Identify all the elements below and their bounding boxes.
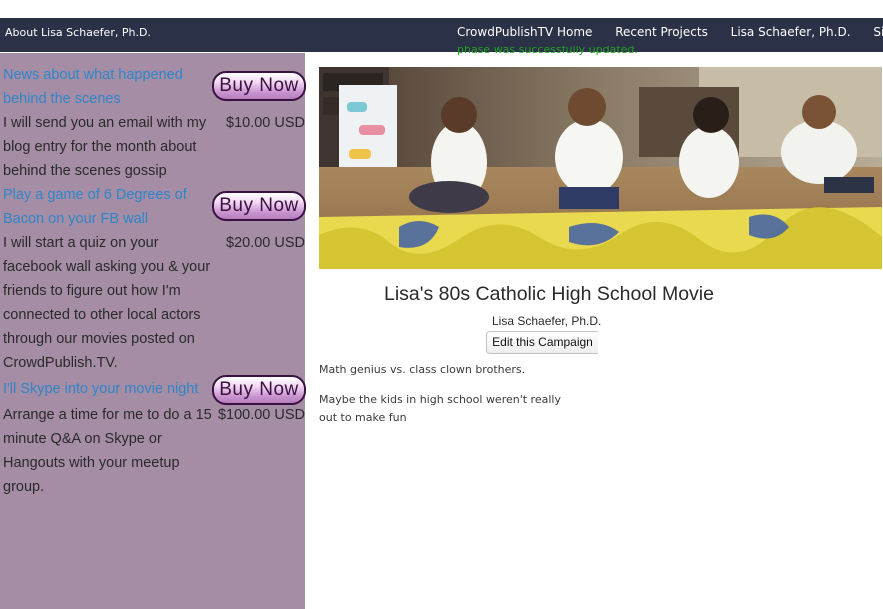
page: About Lisa Schaefer, Ph.D. CrowdPublishT…	[0, 0, 883, 609]
reward-description: I will send you an email with my blog en…	[3, 115, 207, 179]
reward-title[interactable]: News about what happened behind the scen…	[3, 63, 208, 111]
campaign-story: Maybe the kids in high school weren't re…	[319, 393, 561, 424]
reward-title[interactable]: Play a game of 6 Degrees of Bacon on you…	[3, 183, 208, 231]
flash-message-text: phase was successfully updated.	[457, 46, 638, 56]
campaign-title: Lisa's 80s Catholic High School Movie	[384, 283, 714, 305]
campaign-author[interactable]: Lisa Schaefer, Ph.D.	[492, 314, 601, 328]
reward-description: Arrange a time for me to do a 15 minute …	[3, 407, 212, 495]
reward-title[interactable]: I'll Skype into your movie night	[3, 377, 208, 401]
nav-link-sign[interactable]: Sign	[873, 25, 883, 39]
nav-link-home[interactable]: CrowdPublishTV Home	[457, 25, 592, 39]
brand-link[interactable]: About Lisa Schaefer, Ph.D.	[5, 26, 151, 39]
reward-price: $10.00 USD	[226, 115, 305, 131]
buy-now-button[interactable]: Buy Now	[212, 191, 306, 221]
rewards-sidebar: News about what happened behind the scen…	[0, 53, 306, 609]
campaign-hero-image	[319, 67, 882, 269]
buy-now-button[interactable]: Buy Now	[212, 375, 306, 405]
top-navbar: About Lisa Schaefer, Ph.D. CrowdPublishT…	[0, 18, 883, 52]
reward-description: I will start a quiz on your facebook wal…	[3, 235, 211, 371]
nav-link-profile[interactable]: Lisa Schaefer, Ph.D.	[731, 25, 851, 39]
nav-links: CrowdPublishTV Home Recent Projects Lisa…	[457, 25, 883, 39]
nav-link-recent-projects[interactable]: Recent Projects	[615, 25, 708, 39]
campaign-summary: Math genius vs. class clown brothers.	[319, 363, 526, 376]
reward-price: $20.00 USD	[226, 235, 305, 251]
flash-message: phase was successfully updated.	[457, 46, 677, 56]
buy-now-button[interactable]: Buy Now	[212, 71, 306, 101]
edit-campaign-button[interactable]: Edit this Campaign	[486, 331, 598, 354]
hero-photo	[319, 67, 882, 269]
reward-price: $100.00 USD	[217, 407, 305, 423]
